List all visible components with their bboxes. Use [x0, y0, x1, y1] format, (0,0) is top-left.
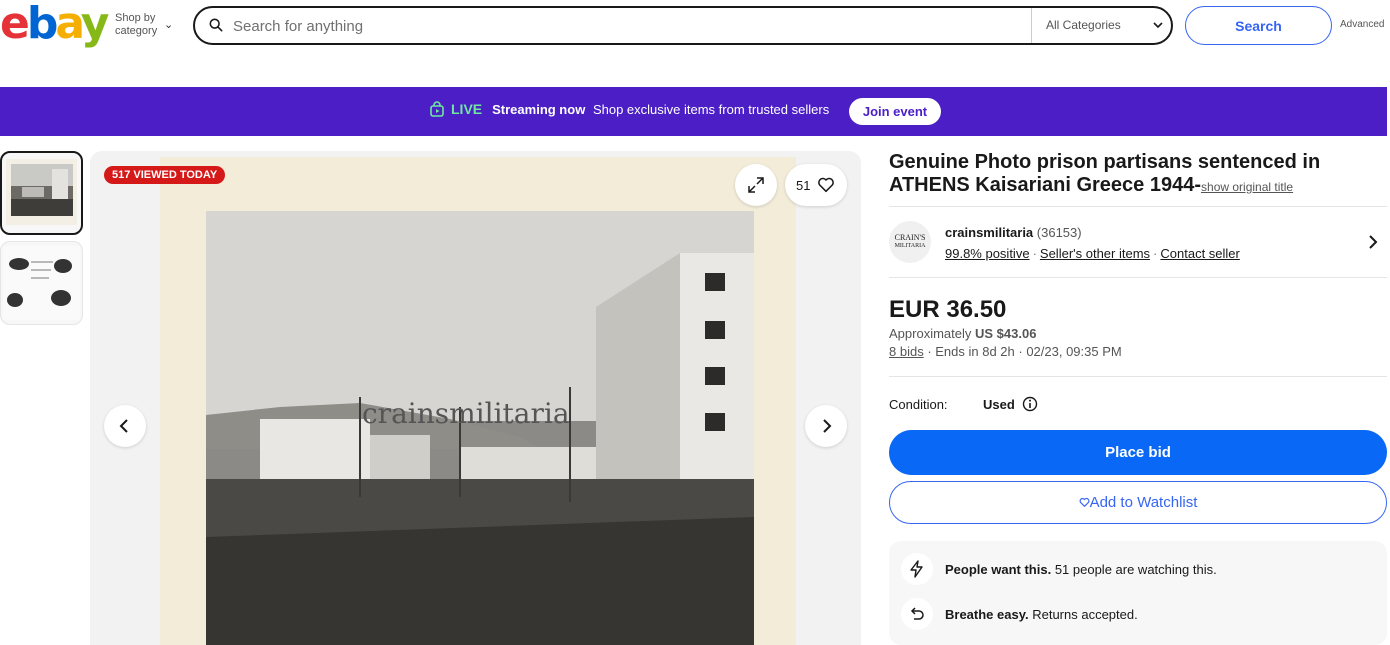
seller-other-items-link[interactable]: Seller's other items: [1040, 246, 1150, 261]
watermark-text: crainsmilitaria: [362, 397, 570, 430]
shopping-bag-icon: [430, 101, 444, 117]
seller-positive-link[interactable]: 99.8% positive: [945, 246, 1030, 261]
header: ebay Shop by category ⌄ All Categories S…: [0, 0, 1390, 50]
category-select[interactable]: All Categories: [1031, 8, 1173, 43]
bid-info: 8 bids · Ends in 8d 2h · 02/23, 09:35 PM: [889, 344, 1122, 359]
seller-logo[interactable]: CRAIN'S MILITARIA: [889, 221, 931, 263]
expand-button[interactable]: [735, 164, 777, 206]
next-image-button[interactable]: [805, 405, 847, 447]
search-icon: [209, 18, 223, 32]
advanced-search-link[interactable]: Advanced: [1340, 19, 1384, 30]
expand-icon: [748, 177, 764, 193]
heart-icon: [818, 177, 834, 193]
contact-seller-link[interactable]: Contact seller: [1160, 246, 1239, 261]
condition-label: Condition:: [889, 397, 948, 412]
watch-count: 51: [796, 178, 811, 193]
seller-links: 99.8% positive · Seller's other items · Cont…: [945, 246, 1240, 261]
chevron-down-icon: [1153, 22, 1163, 29]
search-bar: All Categories: [193, 6, 1173, 45]
divider: [889, 277, 1387, 278]
show-original-title-link[interactable]: show original title: [1201, 180, 1293, 194]
chevron-right-icon[interactable]: [1367, 234, 1379, 250]
image-gallery[interactable]: crainsmilitaria: [90, 151, 861, 645]
approximate-price: Approximately US $43.06: [889, 326, 1037, 341]
shop-by-category[interactable]: Shop by category: [115, 12, 157, 38]
thumbnail-1[interactable]: [0, 151, 83, 235]
ebay-logo[interactable]: ebay: [0, 2, 109, 46]
chevron-left-icon: [119, 419, 128, 433]
search-input[interactable]: [233, 16, 1013, 36]
viewed-today-badge: 517 VIEWED TODAY: [104, 166, 226, 184]
thumbnail-2[interactable]: [0, 241, 83, 325]
banner-message: Shop exclusive items from trusted seller…: [592, 102, 830, 117]
bids-link[interactable]: 8 bids: [889, 344, 924, 359]
divider: [889, 376, 1387, 377]
info-icon[interactable]: [1022, 396, 1038, 412]
seller-name[interactable]: crainsmilitaria (36153): [945, 225, 1082, 240]
chevron-down-icon: ⌄: [164, 19, 174, 31]
price: EUR 36.50: [889, 296, 1007, 323]
live-banner: LIVE Streaming now Shop exclusive items f…: [0, 87, 1387, 136]
condition-value: Used: [983, 397, 1015, 412]
divider: [889, 206, 1387, 207]
highlights-box: People want this. 51 people are watching…: [889, 541, 1387, 645]
lightning-icon: [901, 553, 933, 585]
live-label: LIVE: [451, 101, 483, 117]
join-event-button[interactable]: Join event: [849, 98, 941, 125]
search-button[interactable]: Search: [1185, 6, 1332, 45]
previous-image-button[interactable]: [104, 405, 146, 447]
return-arrow-icon: [901, 598, 933, 630]
thumbnail-photo-back-image: [3, 246, 80, 320]
thumbnail-photo-image: [6, 159, 77, 225]
watch-button[interactable]: 51: [785, 164, 847, 206]
heart-icon: [1079, 497, 1090, 507]
chevron-right-icon: [823, 419, 832, 433]
place-bid-button[interactable]: Place bid: [889, 430, 1387, 475]
item-title: Genuine Photo prison partisans sentenced…: [889, 151, 1321, 196]
streaming-label: Streaming now: [492, 102, 586, 117]
add-to-watchlist-button[interactable]: Add to Watchlist: [889, 481, 1387, 524]
banner-text: LIVE Streaming now Shop exclusive items f…: [429, 101, 829, 117]
seller-feedback-score: (36153): [1036, 225, 1082, 240]
